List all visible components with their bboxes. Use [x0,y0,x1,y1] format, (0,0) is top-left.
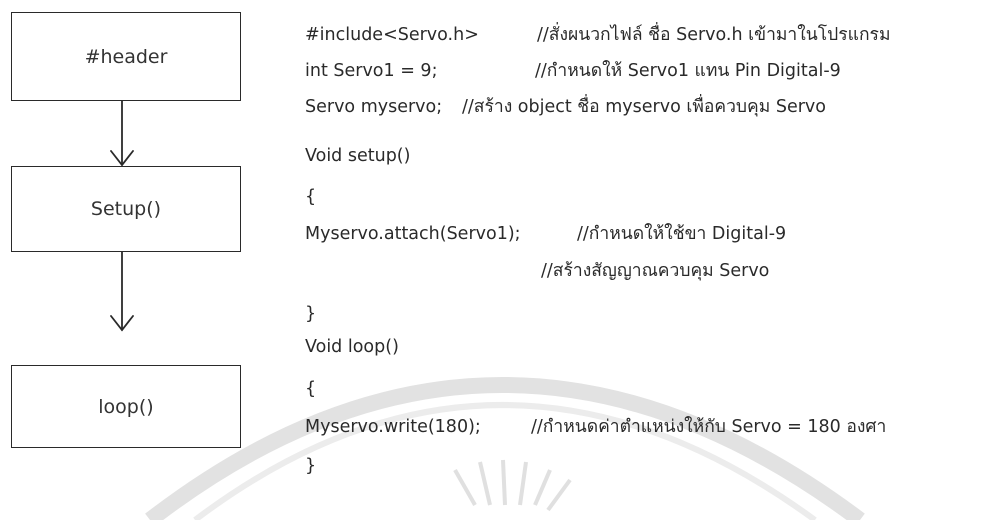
flow-box-setup: Setup() [11,166,241,252]
code-comment: //กำหนดให้ใช้ขา Digital-9 [577,224,787,244]
flow-label-loop: loop() [98,395,154,418]
code-comment: //กำหนดให้ Servo1 แทน Pin Digital-9 [535,61,841,81]
code-comment: //สร้าง object ชื่อ myservo เพื่อควบคุม … [462,97,826,117]
code-text: Void loop() [305,337,399,357]
code-text: Void setup() [305,146,411,166]
code-line: Servo myservo; //สร้าง object ชื่อ myser… [305,96,826,118]
flow-box-loop: loop() [11,365,241,448]
code-text: { [305,187,317,207]
code-text: } [305,456,317,476]
document-page: #header Setup() loop() #include<Servo.h>… [0,0,1005,520]
flow-box-header: #header [11,12,241,101]
code-line: { [305,186,316,208]
code-comment: //กำหนดค่าตำแหน่งให้กับ Servo = 180 องศา [531,417,887,437]
code-text: } [305,304,317,324]
code-line: Myservo.attach(Servo1); //กำหนดให้ใช้ขา … [305,223,786,245]
code-line: int Servo1 = 9; //กำหนดให้ Servo1 แทน Pi… [305,60,841,82]
code-line: } [305,303,316,325]
code-line: Void loop() [305,336,399,358]
code-comment: //สร้างสัญญาณควบคุม Servo [541,261,770,281]
flow-label-header: #header [84,45,168,68]
code-text: int Servo1 = 9; [305,61,438,81]
flow-label-setup: Setup() [90,198,162,220]
code-comment: //สั่งผนวกไฟล์ ชื่อ Servo.h เข้ามาในโปรแ… [537,25,891,45]
code-line: Void setup() [305,145,410,167]
code-text: Servo myservo; [305,97,443,117]
code-line: #include<Servo.h> //สั่งผนวกไฟล์ ชื่อ Se… [305,24,891,46]
code-line: { [305,378,316,400]
code-line: } [305,455,316,477]
code-text: Myservo.write(180); [305,417,481,437]
code-text: { [305,379,317,399]
code-text: Myservo.attach(Servo1); [305,224,521,244]
code-text: #include<Servo.h> [305,25,479,45]
code-line: Myservo.write(180); //กำหนดค่าตำแหน่งให้… [305,416,886,438]
